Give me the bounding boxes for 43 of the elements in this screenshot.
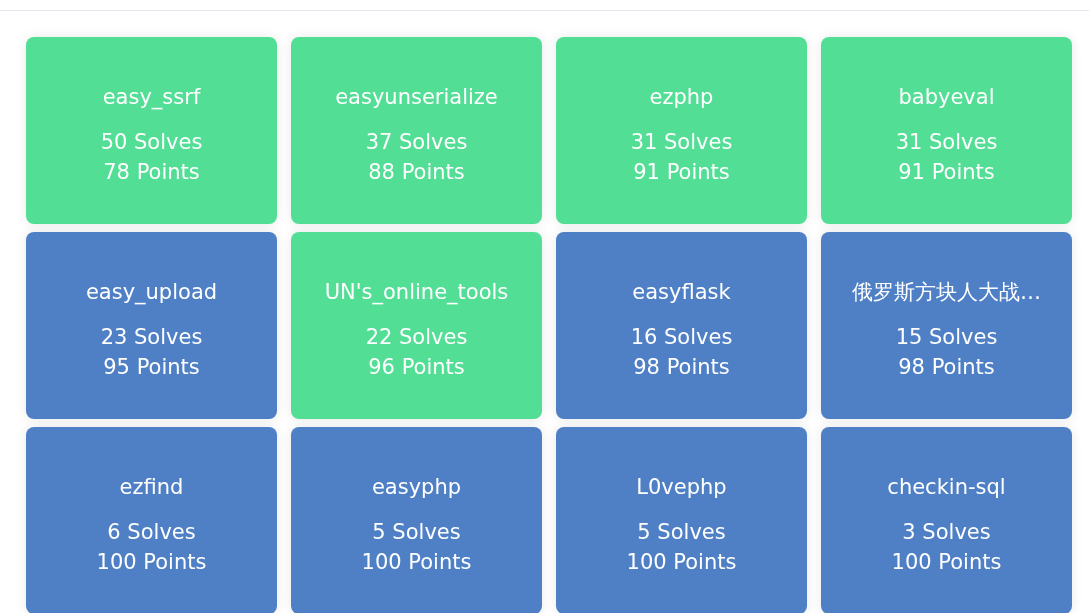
challenge-card[interactable]: L0vephp 5 Solves 100 Points — [556, 427, 807, 613]
solve-count: 6 Solves — [107, 519, 196, 546]
challenge-card[interactable]: 俄罗斯方块人大战… 15 Solves 98 Points — [821, 232, 1072, 419]
solve-count: 50 Solves — [100, 129, 203, 156]
solve-count: 22 Solves — [365, 324, 468, 351]
point-value: 88 Points — [368, 159, 465, 186]
challenge-title: babyeval — [898, 84, 995, 111]
challenge-title: UN's_online_tools — [324, 279, 509, 306]
challenge-title: ezfind — [119, 474, 184, 501]
solve-count: 5 Solves — [637, 519, 726, 546]
challenge-card[interactable]: easyphp 5 Solves 100 Points — [291, 427, 542, 613]
point-value: 98 Points — [898, 354, 995, 381]
point-value: 100 Points — [361, 549, 472, 576]
challenge-title: 俄罗斯方块人大战… — [852, 279, 1041, 306]
challenge-title: easyunserialize — [335, 84, 498, 111]
point-value: 100 Points — [626, 549, 737, 576]
solve-count: 16 Solves — [630, 324, 733, 351]
challenge-card[interactable]: easy_upload 23 Solves 95 Points — [26, 232, 277, 419]
solve-count: 31 Solves — [895, 129, 998, 156]
solve-count: 23 Solves — [100, 324, 203, 351]
point-value: 100 Points — [96, 549, 207, 576]
challenge-title: L0vephp — [636, 474, 727, 501]
challenge-title: easyphp — [371, 474, 462, 501]
solve-count: 15 Solves — [895, 324, 998, 351]
point-value: 91 Points — [633, 159, 730, 186]
solve-count: 3 Solves — [902, 519, 991, 546]
challenge-title: easyflask — [632, 279, 731, 306]
point-value: 98 Points — [633, 354, 730, 381]
challenge-title: checkin-sql — [887, 474, 1006, 501]
point-value: 95 Points — [103, 354, 200, 381]
point-value: 91 Points — [898, 159, 995, 186]
solve-count: 5 Solves — [372, 519, 461, 546]
solve-count: 37 Solves — [365, 129, 468, 156]
point-value: 78 Points — [103, 159, 200, 186]
point-value: 96 Points — [368, 354, 465, 381]
point-value: 100 Points — [891, 549, 1002, 576]
challenge-title: ezphp — [649, 84, 714, 111]
solve-count: 31 Solves — [630, 129, 733, 156]
challenge-card[interactable]: ezfind 6 Solves 100 Points — [26, 427, 277, 613]
challenge-card[interactable]: easyflask 16 Solves 98 Points — [556, 232, 807, 419]
challenge-card[interactable]: checkin-sql 3 Solves 100 Points — [821, 427, 1072, 613]
challenge-title: easy_upload — [85, 279, 218, 306]
challenge-title: easy_ssrf — [102, 84, 201, 111]
